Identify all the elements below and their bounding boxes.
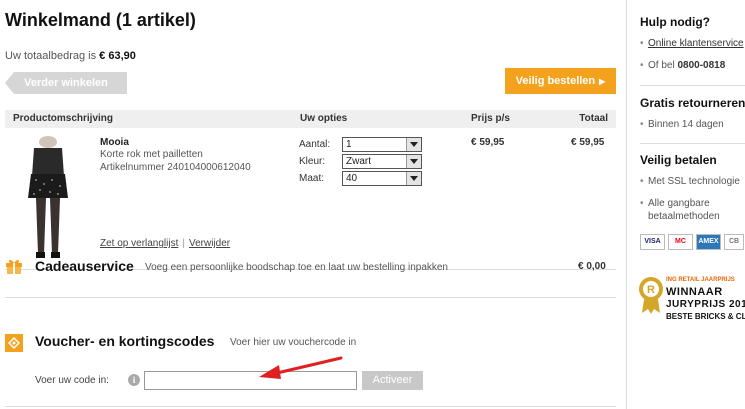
divider <box>5 297 616 298</box>
total-amount: Uw totaalbedrag is € 63,90 <box>5 50 136 62</box>
arrow-right-icon: ▶ <box>599 77 606 86</box>
size-value: 40 <box>346 173 358 184</box>
chevron-down-icon <box>406 138 421 151</box>
gift-service-description: Voeg een persoonlijke boodschap toe en l… <box>145 262 448 273</box>
voucher-title: Voucher- en kortingscodes <box>35 333 215 349</box>
product-image[interactable] <box>22 136 74 260</box>
page-title: Winkelmand (1 artikel) <box>5 10 196 30</box>
info-icon[interactable]: i <box>128 374 140 386</box>
phone-prefix: Of bel <box>648 60 675 71</box>
table-header: Productomschrijving Uw opties Prijs p/s … <box>5 110 616 128</box>
color-label: Kleur: <box>299 156 326 167</box>
secure-payment-title: Veilig betalen <box>640 153 717 167</box>
help-title: Hulp nodig? <box>640 15 710 29</box>
quantity-select[interactable]: 1 <box>342 137 422 152</box>
award-seal-icon: R <box>639 277 663 314</box>
methods-line2: betaalmethoden <box>648 211 720 222</box>
checkout-label: Veilig bestellen <box>515 75 596 87</box>
quantity-value: 1 <box>346 139 352 150</box>
ssl-item: Met SSL technologie <box>640 176 740 187</box>
gift-service-price: € 0,00 <box>578 261 606 272</box>
unit-price: € 59,95 <box>471 137 505 148</box>
payment-methods-item: Alle gangbare <box>640 198 710 209</box>
award-line2: JURYPRIJS 2012 <box>666 299 745 310</box>
chevron-down-icon <box>406 172 421 185</box>
product-description: Korte rok met pailletten <box>100 149 203 160</box>
amex-icon: AMEX <box>696 234 721 250</box>
wishlist-link[interactable]: Zet op verlanglijst <box>100 238 178 249</box>
online-service-link[interactable]: Online klantenservice <box>648 38 744 49</box>
voucher-description: Voer hier uw vouchercode in <box>230 337 357 348</box>
product-brand[interactable]: Mooia <box>100 137 129 148</box>
gift-service-title: Cadeauservice <box>35 258 134 274</box>
award-line1: WINNAAR <box>666 286 723 298</box>
divider <box>5 406 616 407</box>
line-total: € 59,95 <box>571 137 605 148</box>
divider: | <box>182 238 185 249</box>
total-value: € 63,90 <box>99 50 136 62</box>
gift-icon <box>6 259 22 274</box>
quantity-label: Aantal: <box>299 139 331 150</box>
methods-line1: Alle gangbare <box>648 198 710 209</box>
voucher-icon <box>5 334 23 352</box>
divider <box>640 85 745 86</box>
mastercard-icon: MC <box>668 234 693 250</box>
visa-icon: VISA <box>640 234 665 250</box>
award-badge: R ING RETAIL JAARPRIJS WINNAAR JURYPRIJS… <box>638 275 745 335</box>
card-icon: CB <box>724 234 744 250</box>
ssl-text: Met SSL technologie <box>648 176 740 187</box>
svg-text:R: R <box>647 284 655 296</box>
header-total: Totaal <box>579 113 608 124</box>
header-product: Productomschrijving <box>13 113 114 124</box>
color-select[interactable]: Zwart <box>342 154 422 169</box>
color-value: Zwart <box>346 156 371 167</box>
product-article-number: Artikelnummer 240104000612040 <box>100 162 251 173</box>
size-label: Maat: <box>299 173 325 184</box>
help-item-phone: Of bel 0800-0818 <box>640 60 725 71</box>
total-label: Uw totaalbedrag is <box>5 50 97 62</box>
help-item-online: Online klantenservice <box>640 38 744 49</box>
voucher-code-label: Voer uw code in: <box>35 375 109 386</box>
returns-text: Binnen 14 dagen <box>648 119 724 130</box>
item-actions: Zet op verlanglijst | Verwijder <box>100 238 230 249</box>
phone-number: 0800-0818 <box>677 60 726 71</box>
award-top: ING RETAIL JAARPRIJS <box>666 277 735 283</box>
checkout-button[interactable]: Veilig bestellen ▶ <box>505 68 616 94</box>
returns-item: Binnen 14 dagen <box>640 119 724 130</box>
divider <box>640 143 745 144</box>
sidebar-divider <box>626 0 627 409</box>
size-select[interactable]: 40 <box>342 171 422 186</box>
annotation-arrow-icon <box>259 356 343 379</box>
apply-voucher-button[interactable]: Activeer <box>362 371 423 390</box>
header-options: Uw opties <box>300 113 348 124</box>
continue-shopping-button[interactable]: Verder winkelen <box>5 72 127 94</box>
award-line3: BESTE BRICKS & CLICKS <box>666 312 745 321</box>
chevron-down-icon <box>406 155 421 168</box>
returns-title: Gratis retourneren <box>640 96 745 110</box>
remove-link[interactable]: Verwijder <box>189 238 230 249</box>
header-price: Prijs p/s <box>471 113 510 124</box>
